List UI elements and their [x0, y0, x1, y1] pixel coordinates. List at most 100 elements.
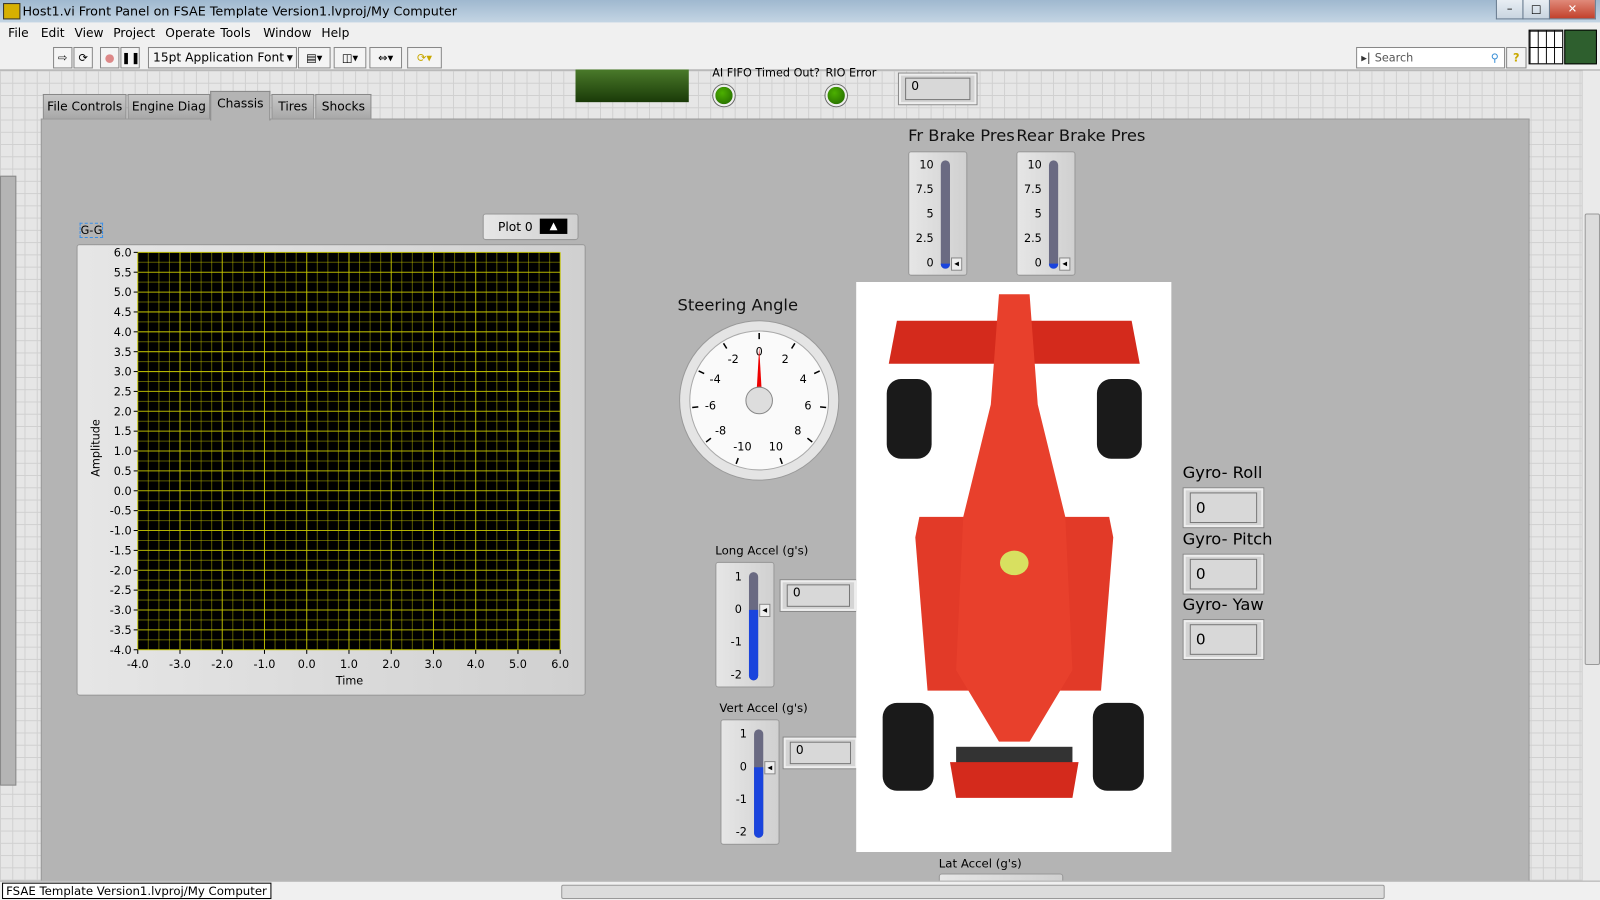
tab-engine-diag[interactable]: Engine Diag — [127, 93, 211, 119]
menu-window[interactable]: Window — [263, 26, 311, 40]
menu-tools[interactable]: Tools — [220, 26, 250, 40]
search-icon[interactable]: ⚲ — [1491, 48, 1499, 67]
rio-error-led — [825, 84, 847, 107]
search-input[interactable]: ▸| Search ⚲ — [1356, 46, 1506, 69]
fr-brake-tick-label: 5 — [926, 207, 934, 221]
x-tick-label: 2.0 — [382, 658, 400, 671]
vert-accel-tick-label: 1 — [739, 727, 747, 741]
rear-brake-track — [1048, 160, 1059, 269]
tab-label: Tires — [278, 99, 308, 114]
long-accel-tick-label: -2 — [730, 668, 742, 682]
gauge-tick-label: 2 — [782, 353, 789, 366]
menu-project[interactable]: Project — [113, 26, 155, 40]
abort-icon[interactable]: ● — [99, 46, 120, 69]
maximize-button[interactable]: □ — [1522, 0, 1550, 20]
y-tick-label: 2.5 — [114, 386, 132, 399]
y-tick-label: 6.0 — [114, 246, 132, 259]
y-tick-label: 5.0 — [114, 286, 132, 299]
gauge-tick-label: 10 — [769, 441, 783, 454]
menu-operate[interactable]: Operate — [165, 26, 215, 40]
vertical-scrollbar[interactable] — [1581, 70, 1600, 881]
distribute-objects-icon[interactable]: ◫▾ — [333, 46, 367, 69]
ai-fifo-label: AI FIFO Timed Out? — [712, 66, 820, 80]
y-tick-label: 3.0 — [114, 366, 132, 379]
vert-accel-tick-label: -2 — [735, 825, 747, 839]
y-tick-label: -4.0 — [110, 644, 132, 657]
fr-brake-tick-label: 2.5 — [915, 231, 934, 246]
help-icon[interactable]: ? — [1506, 46, 1527, 69]
x-tick-label: 1.0 — [340, 658, 358, 671]
font-select[interactable]: 15pt Application Font ▾ — [147, 46, 297, 69]
fr-brake-tick-label: 7.5 — [915, 182, 934, 197]
menu-help[interactable]: Help — [321, 26, 349, 40]
x-tick-label: -1.0 — [254, 658, 276, 671]
labview-icon — [3, 3, 21, 20]
gyro-numeric: 0 — [1183, 620, 1264, 659]
graph-x-axis-label: Time — [335, 674, 364, 688]
rear-brake-tick-label: 7.5 — [1023, 182, 1042, 197]
graph-label[interactable]: G-G — [79, 222, 104, 239]
y-tick-label: -3.5 — [110, 624, 132, 637]
y-tick-label: -2.0 — [110, 564, 132, 577]
menu-edit[interactable]: Edit — [41, 26, 65, 40]
gyro-numeric: 0 — [1183, 488, 1264, 528]
window-title: Host1.vi Front Panel on FSAE Template Ve… — [22, 3, 457, 19]
gyro-label: Gyro- Roll — [1182, 462, 1263, 483]
x-tick-label: 0.0 — [298, 658, 316, 671]
y-tick-label: 4.5 — [114, 306, 132, 319]
vert-accel-pointer[interactable]: ◀ — [764, 761, 776, 775]
y-tick-label: -3.0 — [110, 604, 132, 617]
plot-style-icon: ▲ — [539, 218, 568, 234]
run-continuously-icon[interactable]: ⟳ — [73, 46, 93, 69]
graph-plot-area[interactable]: -4.0 -3.0 -2.0 -1.0 0.0 1.0 2.0 3.0 4.0 5.0 6.0 6.0… — [77, 244, 587, 696]
long-accel-fill — [748, 609, 759, 681]
gauge-tick-label: 8 — [794, 425, 801, 438]
gyro-value: 0 — [1189, 624, 1258, 655]
long-accel-pointer[interactable]: ◀ — [759, 603, 771, 618]
race-car-image — [856, 281, 1172, 853]
gyro-value: 0 — [1189, 558, 1258, 590]
tab-label: Shocks — [321, 99, 365, 114]
menu-view[interactable]: View — [74, 26, 103, 40]
horizontal-scroll-thumb[interactable] — [561, 884, 1385, 900]
project-path: FSAE Template Version1.lvproj/My Compute… — [2, 882, 271, 900]
menu-file[interactable]: File — [8, 26, 29, 40]
green-display — [575, 69, 689, 103]
gauge-hub — [745, 386, 773, 415]
rio-error-label: RIO Error — [825, 66, 877, 80]
resize-objects-icon[interactable]: ⇔▾ — [369, 46, 403, 69]
y-tick-label: 1.5 — [114, 425, 132, 438]
align-objects-icon[interactable]: ▤▾ — [297, 46, 331, 69]
gauge-tick-label: 6 — [804, 400, 811, 413]
vert-accel-tick-label: 0 — [739, 760, 747, 774]
vertical-scroll-thumb[interactable] — [1584, 213, 1600, 666]
long-accel-value: 0 — [786, 584, 850, 607]
run-arrow-icon[interactable]: ⇨ — [53, 46, 73, 69]
rear-brake-tick-label: 2.5 — [1023, 231, 1042, 246]
plot-legend-label: Plot 0 — [497, 219, 533, 234]
reorder-icon[interactable]: ⟳▾ — [407, 46, 442, 69]
tab-shocks[interactable]: Shocks — [315, 93, 372, 119]
pause-icon[interactable]: ❚❚ — [120, 46, 140, 69]
tab-file-controls[interactable]: File Controls — [42, 93, 127, 119]
plot-legend[interactable]: Plot 0 ▲ — [482, 213, 579, 241]
vert-accel-tick-label: -1 — [735, 792, 747, 807]
tab-tires[interactable]: Tires — [271, 93, 315, 119]
tab-chassis[interactable]: Chassis — [210, 90, 271, 121]
long-accel-label: Long Accel (g's) — [715, 543, 809, 558]
gauge-tick-label: -10 — [733, 441, 751, 454]
fr-brake-tick-label: 10 — [919, 158, 934, 172]
top-numeric-indicator: 0 — [898, 73, 977, 105]
rear-brake-tick-label: 5 — [1034, 207, 1042, 221]
long-accel-tick-label: -1 — [730, 635, 742, 649]
x-tick-label: -2.0 — [211, 658, 233, 671]
rear-brake-pointer[interactable]: ◀ — [1059, 257, 1071, 271]
chevron-down-icon: ▾ — [286, 50, 293, 65]
close-button[interactable]: ✕ — [1548, 0, 1596, 20]
y-tick-label: -1.0 — [110, 525, 132, 538]
fr-brake-pointer[interactable]: ◀ — [951, 257, 963, 271]
steering-angle-gauge: -10-8-6-4-20246810 — [679, 320, 840, 481]
minimize-button[interactable]: – — [1495, 0, 1524, 20]
graph-y-axis-label: Amplitude — [89, 419, 103, 477]
vert-accel-value: 0 — [789, 741, 852, 765]
